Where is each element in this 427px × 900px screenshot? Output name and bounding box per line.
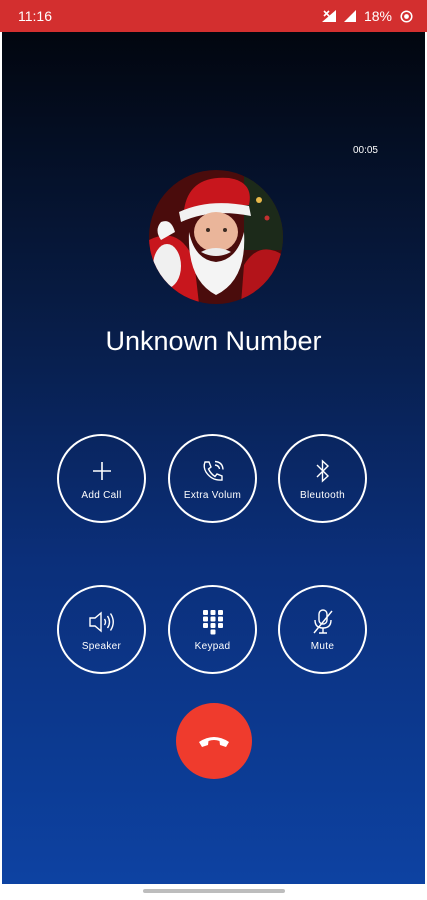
caller-avatar xyxy=(149,170,283,304)
extra-volume-button[interactable]: Extra Volum xyxy=(168,434,257,523)
status-icons: 18% xyxy=(321,8,413,24)
extra-volume-label: Extra Volum xyxy=(183,489,242,501)
speaker-icon xyxy=(87,608,117,636)
mute-label: Mute xyxy=(310,640,335,652)
status-bar: 11:16 18% xyxy=(0,0,427,32)
status-time: 11:16 xyxy=(18,8,52,24)
mic-off-icon xyxy=(311,608,335,636)
add-call-button[interactable]: Add Call xyxy=(57,434,146,523)
mute-button[interactable]: Mute xyxy=(278,585,367,674)
keypad-button[interactable]: Keypad xyxy=(168,585,257,674)
keypad-icon xyxy=(202,608,224,636)
battery-saver-icon xyxy=(400,9,413,23)
hang-up-icon xyxy=(199,737,229,747)
speaker-button[interactable]: Speaker xyxy=(57,585,146,674)
keypad-label: Keypad xyxy=(194,640,231,652)
plus-icon xyxy=(91,457,113,485)
end-call-button[interactable] xyxy=(176,703,252,779)
bluetooth-icon xyxy=(314,457,332,485)
signal-no-data-icon xyxy=(321,10,336,22)
home-gesture-pill[interactable] xyxy=(143,889,285,893)
bluetooth-button[interactable]: Bleutooth xyxy=(278,434,367,523)
add-call-label: Add Call xyxy=(81,489,122,501)
call-screen: 00:05 Unknown Number Add Call Extra Volu… xyxy=(2,32,425,884)
call-timer: 00:05 xyxy=(352,145,378,156)
phone-volume-icon xyxy=(200,457,226,485)
speaker-label: Speaker xyxy=(81,640,122,652)
bluetooth-label: Bleutooth xyxy=(300,489,345,501)
battery-percent: 18% xyxy=(363,8,392,24)
navigation-bar xyxy=(0,884,427,900)
signal-icon xyxy=(343,10,356,22)
caller-name: Unknown Number xyxy=(105,326,322,356)
